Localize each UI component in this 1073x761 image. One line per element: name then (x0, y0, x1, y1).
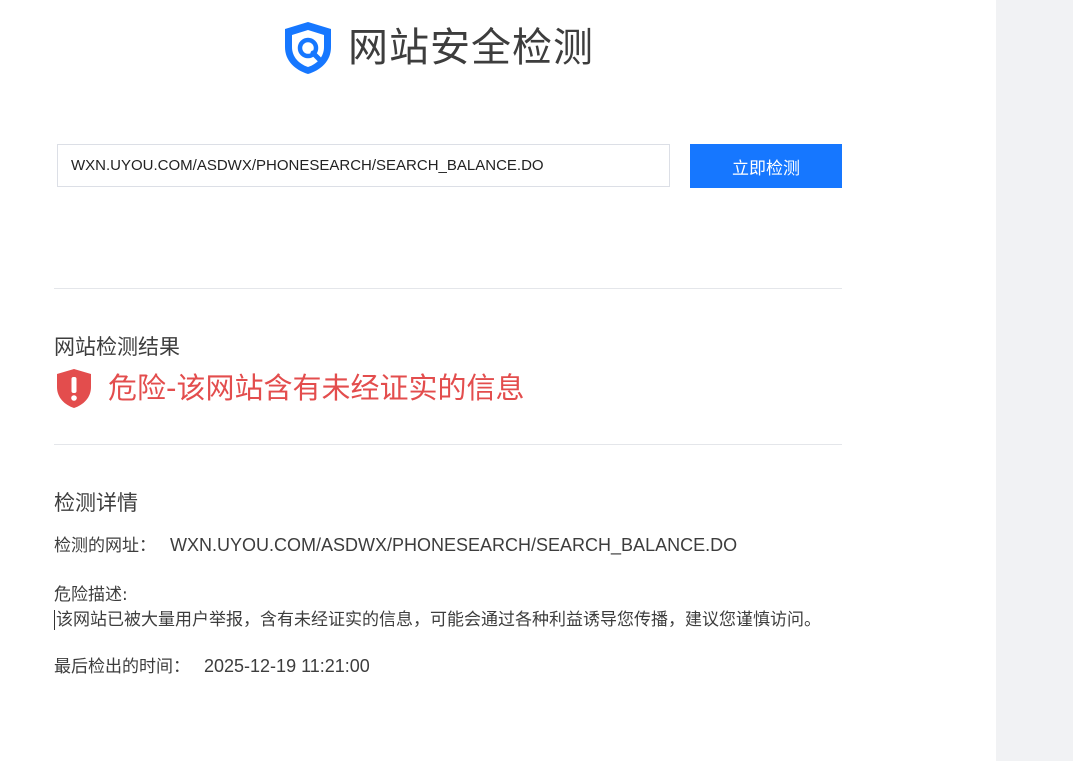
divider (54, 444, 842, 445)
shield-search-icon (285, 22, 331, 74)
text-caret (54, 610, 55, 630)
risk-description-line: 该网站已被大量用户举报，含有未经证实的信息，可能会通过各种利益诱导您传播，建议您… (54, 605, 821, 630)
detected-url-line: 检测的网址： WXN.UYOU.COM/ASDWX/PHONESEARCH/SEA… (54, 531, 737, 556)
detected-url-value: WXN.UYOU.COM/ASDWX/PHONESEARCH/SEARCH_BA… (170, 535, 738, 555)
detected-url-label: 检测的网址： (54, 536, 156, 556)
detection-time-value: 2025-12-19 11:21:00 (204, 656, 370, 676)
risk-description-text: 该网站已被大量用户举报，含有未经证实的信息，可能会通过各种利益诱导您传播，建议您… (56, 610, 821, 630)
detail-section-title: 检测详情 (54, 491, 138, 515)
detection-time-line: 最后检出的时间： 2025-12-19 11:21:00 (54, 652, 370, 677)
warning-shield-icon (57, 369, 91, 408)
header: 网站安全检测 (280, 18, 594, 78)
divider (54, 288, 842, 289)
check-now-button[interactable]: 立即检测 (690, 144, 842, 188)
risk-description-label: 危险描述: (54, 585, 128, 605)
side-panel (996, 0, 1073, 761)
detection-time-label: 最后检出的时间： (54, 657, 190, 677)
result-status: 危险-该网站含有未经证实的信息 (54, 366, 524, 410)
result-section-title: 网站检测结果 (54, 335, 180, 359)
result-status-text: 危险-该网站含有未经证实的信息 (108, 370, 525, 405)
page: 网站安全检测 立即检测 网站检测结果 危险-该网站含有未经证实的信息 检测详情 … (0, 0, 1073, 761)
url-input[interactable] (57, 144, 670, 187)
site-title: 网站安全检测 (348, 25, 594, 71)
